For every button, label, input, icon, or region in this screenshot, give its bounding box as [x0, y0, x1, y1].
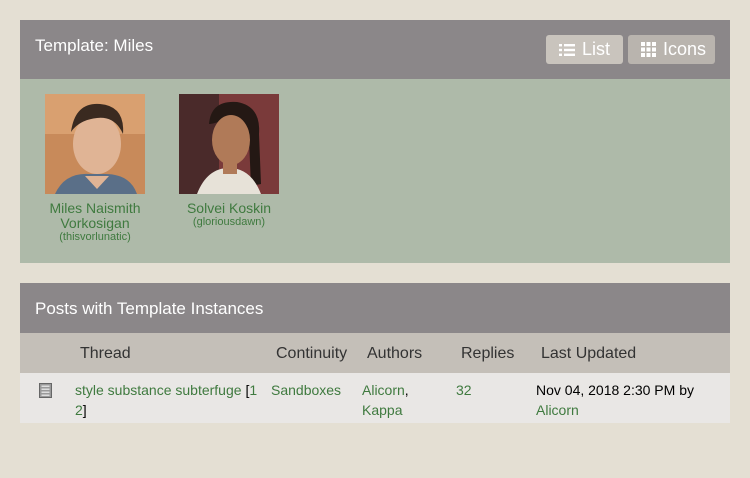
- replies-cell: 32: [456, 380, 472, 400]
- column-continuity: Continuity: [276, 345, 348, 362]
- icons-view-label: Icons: [663, 39, 707, 59]
- last-updated-user[interactable]: Alicorn: [536, 402, 579, 418]
- column-thread: Thread: [80, 345, 131, 362]
- author-link[interactable]: Alicorn: [362, 382, 405, 398]
- table-row: style substance subterfuge [1 2] Sandbox…: [20, 373, 730, 423]
- author-link[interactable]: Kappa: [362, 402, 402, 418]
- last-updated-text: Nov 04, 2018 2:30 PM by: [536, 382, 694, 398]
- page-link-2[interactable]: 2: [75, 402, 83, 418]
- character-card[interactable]: Solvei Koskin (gloriousdawn): [164, 94, 294, 229]
- posts-title: Posts with Template Instances: [35, 299, 264, 318]
- column-last-updated: Last Updated: [541, 345, 637, 362]
- posts-header: Posts with Template Instances: [20, 283, 730, 333]
- avatar[interactable]: [179, 94, 279, 194]
- character-handle[interactable]: (gloriousdawn): [164, 216, 294, 229]
- character-name[interactable]: Miles Naismith Vorkosigan: [30, 201, 160, 231]
- author-separator: ,: [404, 382, 409, 398]
- authors-cell: Alicorn, Kappa: [362, 380, 409, 420]
- thread-cell: style substance subterfuge [1 2]: [75, 380, 265, 420]
- book-icon: [39, 383, 52, 401]
- icons-view-button[interactable]: Icons: [628, 35, 715, 64]
- list-view-button[interactable]: List: [546, 35, 623, 64]
- column-replies: Replies: [461, 345, 515, 362]
- template-panel: Template: Miles List Icons Miles Naismit…: [20, 20, 730, 263]
- grid-icon: [641, 42, 656, 57]
- character-name[interactable]: Solvei Koskin: [164, 201, 294, 216]
- replies-link[interactable]: 32: [456, 382, 472, 398]
- table-header: Thread Continuity Authors Replies Last U…: [20, 333, 730, 373]
- continuity-link[interactable]: Sandboxes: [271, 382, 341, 398]
- character-card[interactable]: Miles Naismith Vorkosigan (thisvorlunati…: [30, 94, 160, 244]
- character-handle[interactable]: (thisvorlunatic): [30, 231, 160, 244]
- character-gallery: Miles Naismith Vorkosigan (thisvorlunati…: [20, 79, 730, 263]
- list-view-label: List: [582, 39, 611, 59]
- template-header: Template: Miles List Icons: [20, 20, 730, 79]
- list-icon: [559, 43, 575, 56]
- posts-panel: Posts with Template Instances Thread Con…: [20, 283, 730, 423]
- thread-link[interactable]: style substance subterfuge: [75, 382, 242, 398]
- last-updated-cell: Nov 04, 2018 2:30 PM by Alicorn: [536, 380, 694, 420]
- column-authors: Authors: [367, 345, 423, 362]
- template-title: Template: Miles: [35, 36, 154, 55]
- continuity-cell: Sandboxes: [271, 380, 341, 400]
- page-link-1[interactable]: 1: [249, 382, 257, 398]
- page-bracket-close: ]: [82, 402, 87, 418]
- avatar[interactable]: [45, 94, 145, 194]
